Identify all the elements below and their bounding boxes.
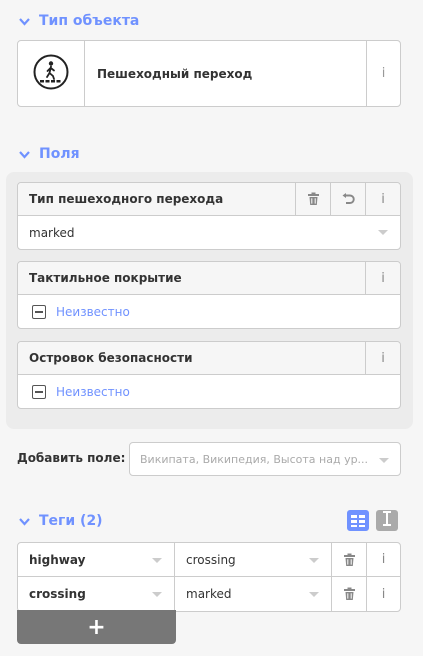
fields-section-title: Поля: [39, 146, 80, 162]
add-field-label: Добавить поле:: [17, 451, 126, 465]
field-label: Островок безопасности: [29, 351, 193, 365]
tag-value-input[interactable]: crossing: [175, 543, 332, 576]
chevron-down-icon[interactable]: [152, 592, 162, 597]
preset-section-header[interactable]: Тип объекта: [18, 13, 139, 29]
add-field-input[interactable]: Википата, Википедия, Высота над ур...: [129, 442, 401, 476]
field-crossing-type: Тип пешеходного перехода i marked: [17, 182, 401, 250]
field-tactile-paving: Тактильное покрытие i Неизвестно: [17, 261, 401, 329]
indeterminate-checkbox[interactable]: [32, 304, 46, 319]
chevron-down-icon: [18, 515, 31, 528]
table-icon: [349, 512, 367, 533]
field-traffic-island: Островок безопасности i Неизвестно: [17, 341, 401, 409]
traffic-island-check[interactable]: Неизвестно: [18, 375, 400, 408]
pedestrian-crossing-icon: [32, 53, 70, 95]
fields-section-header[interactable]: Поля: [18, 146, 80, 162]
text-cursor-icon: [381, 511, 393, 530]
preset-section-title: Тип объекта: [39, 13, 140, 29]
crossing-type-combo[interactable]: marked: [18, 216, 400, 249]
tag-info-button[interactable]: i: [367, 543, 400, 576]
field-label: Тип пешеходного перехода: [29, 192, 224, 206]
tag-row: highway crossing i: [18, 543, 400, 577]
chevron-down-icon[interactable]: [309, 558, 319, 563]
trash-icon[interactable]: [332, 543, 367, 576]
tags-section-header[interactable]: Теги (2): [18, 513, 103, 529]
tags-section-title: Теги (2): [39, 513, 103, 529]
preset-box[interactable]: Пешеходный переход i: [17, 40, 401, 107]
tag-value[interactable]: marked: [186, 587, 232, 601]
chevron-down-icon: [18, 148, 31, 161]
field-info-button[interactable]: i: [365, 183, 400, 215]
add-field-placeholder[interactable]: Википата, Википедия, Высота над ур...: [140, 453, 368, 466]
field-value[interactable]: Неизвестно: [56, 385, 130, 399]
trash-icon[interactable]: [332, 577, 367, 611]
preset-icon-cell[interactable]: [18, 41, 85, 106]
chevron-down-icon[interactable]: [378, 230, 388, 235]
tactile-paving-check[interactable]: Неизвестно: [18, 295, 400, 328]
tag-row: crossing marked i: [18, 577, 400, 611]
tag-table: highway crossing i crossing marked i: [17, 542, 401, 612]
chevron-down-icon[interactable]: [309, 592, 319, 597]
tag-value-input[interactable]: marked: [175, 577, 332, 611]
tag-value[interactable]: crossing: [186, 553, 236, 567]
tag-key-input[interactable]: highway: [18, 543, 175, 576]
add-tag-button[interactable]: +: [17, 610, 176, 644]
preset-name[interactable]: Пешеходный переход: [85, 41, 366, 106]
preset-info-button[interactable]: i: [366, 41, 400, 106]
tag-info-button[interactable]: i: [367, 577, 400, 611]
tag-key-input[interactable]: crossing: [18, 577, 175, 611]
field-label: Тактильное покрытие: [29, 271, 182, 285]
field-value[interactable]: marked: [29, 226, 75, 240]
chevron-down-icon[interactable]: [379, 458, 389, 463]
undo-icon[interactable]: [330, 183, 365, 215]
text-view-button[interactable]: [376, 510, 398, 531]
table-view-button[interactable]: [347, 510, 369, 531]
trash-icon[interactable]: [295, 183, 330, 215]
field-info-button[interactable]: i: [365, 342, 400, 374]
chevron-down-icon[interactable]: [152, 558, 162, 563]
field-value[interactable]: Неизвестно: [56, 305, 130, 319]
chevron-down-icon: [18, 15, 31, 28]
tag-key[interactable]: highway: [29, 553, 85, 567]
indeterminate-checkbox[interactable]: [32, 384, 46, 399]
field-info-button[interactable]: i: [365, 262, 400, 294]
tag-key[interactable]: crossing: [29, 587, 86, 601]
